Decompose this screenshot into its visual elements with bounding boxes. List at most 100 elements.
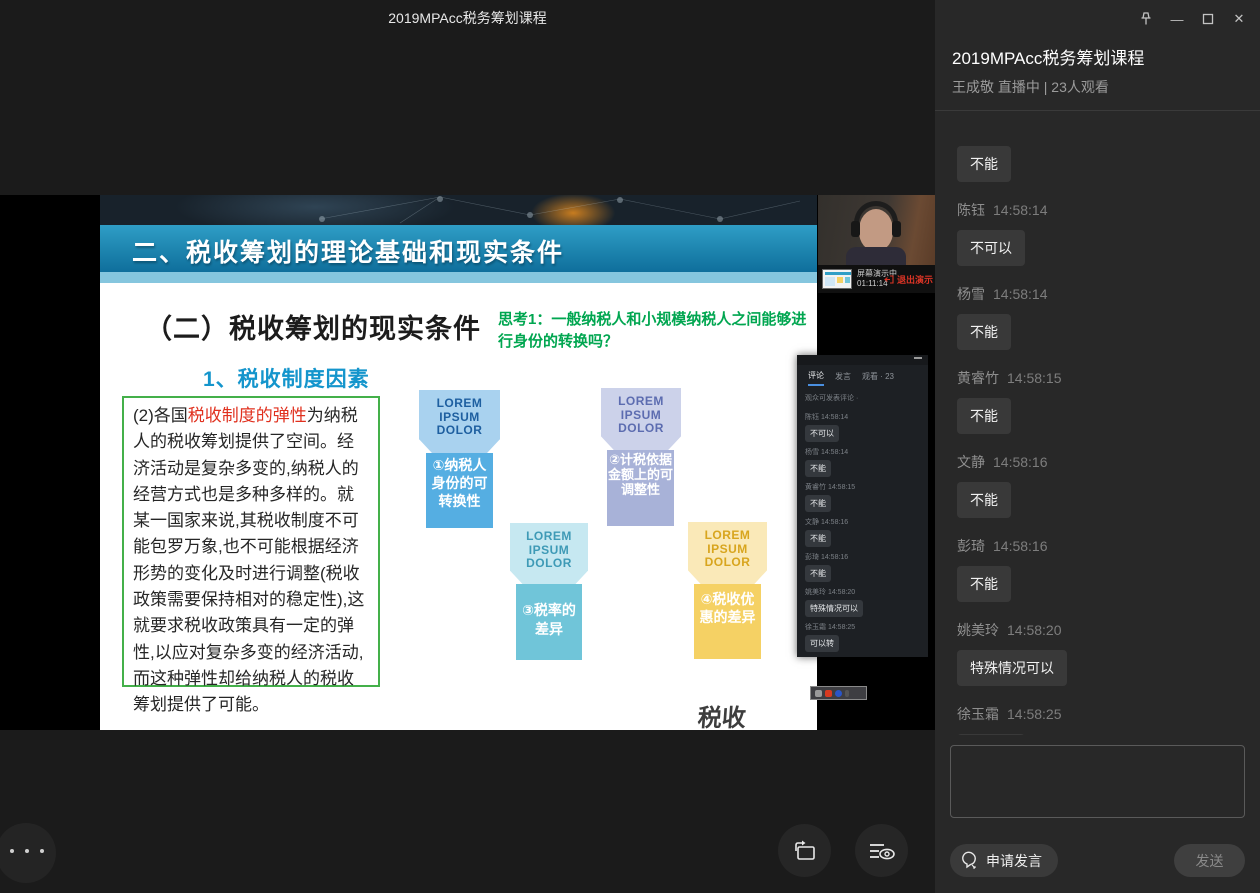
mini-msg-meta: 杨雪 14:58:14 [805,447,923,457]
shared-screen-video[interactable]: 二、税收筹划的理论基础和现实条件 （二）税收筹划的现实条件 1、税收制度因素 思… [0,195,935,730]
pin-button[interactable] [1135,8,1157,30]
mini-msg-bubble: 可以转 [805,635,839,652]
pin-icon [1138,11,1154,27]
live-status: 王成敬 直播中 | 23人观看 [952,77,1109,97]
mini-chat-list: 陈钰 14:58:14 不可以 杨雪 14:58:14 不能 黄睿竹 14:58… [805,407,923,652]
sender-name: 黄睿竹 [957,370,999,386]
sender-name: 姚美玲 [957,622,999,638]
presenter-video [818,195,935,265]
mini-tab-viewers[interactable]: 观看 · 23 [862,371,894,385]
lorem-box-3-header: LOREM IPSUM DOLOR [510,523,588,584]
sender-name: 文静 [957,454,985,470]
message-meta: 杨雪14:58:14 [957,284,1247,304]
paragraph-prefix: (2)各国 [133,406,188,425]
mini-msg-bubble: 特殊情况可以 [805,600,863,617]
message-time: 14:58:15 [1007,370,1062,386]
message-input[interactable] [950,745,1245,818]
lorem-box-2-label: ②计税依据金额上的可调整性 [607,450,674,526]
presenter-webcam[interactable]: 屏幕演示中 01:11:14 退出演示 [818,195,935,293]
mini-msg-bubble: 不能 [805,460,831,477]
paragraph-highlight: 税收制度的弹性 [188,406,307,425]
mini-chat-overlay: 评论 发言 观看 · 23 观众可发表评论 · 陈钰 14:58:14 不可以 … [797,355,928,657]
apply-speak-button[interactable]: 申请发言 [950,844,1058,877]
chat-message: 特殊情况可以 [957,640,1247,686]
maximize-icon [1202,13,1214,25]
floating-toolbar[interactable] [810,686,867,700]
lorem-box-1-label: ①纳税人身份的可转换性 [426,453,493,528]
message-meta: 陈钰 14:58:14 [957,200,1247,220]
mini-tab-speak[interactable]: 发言 [835,371,851,385]
lorem-box-2-header: LOREM IPSUM DOLOR [601,388,681,450]
screen-thumbnail [822,269,852,289]
presenter-status-bar: 屏幕演示中 01:11:14 退出演示 [818,265,935,293]
app-window: 2019MPAcc税务筹划课程 [0,0,1260,893]
close-button[interactable]: ✕ [1228,8,1250,30]
message-time: 14:58:14 [993,286,1048,302]
minimize-button[interactable]: — [1166,8,1188,30]
lorem-box-4-label: ④税收优惠的差异 [694,584,761,659]
chat-message: 可以转 [957,724,1247,735]
mini-msg-meta: 徐玉霜 14:58:25 [805,622,923,632]
slide-banner-strip [100,272,817,283]
message-time: 14:58:20 [1007,622,1062,638]
headphone-cup-left [851,221,860,237]
course-title: 2019MPAcc税务筹划课程 [952,44,1144,69]
lorem-box-3-label: ③税率的差异 [516,584,582,660]
raise-hand-icon [960,851,980,871]
more-options-button[interactable] [0,823,56,883]
chat-message: 不能 [957,472,1247,518]
mini-chat-notice: 观众可发表评论 · [805,393,858,403]
mini-chat-titlebar [797,355,928,365]
presenter-face [859,209,893,251]
mini-msg-meta: 文静 14:58:16 [805,517,923,527]
maximize-button[interactable] [1197,8,1219,30]
message-meta: 黄睿竹 14:58:15 [957,368,1247,388]
divider [935,110,1260,111]
chat-message: 不能 [957,556,1247,602]
message-meta: 彭琦14:58:16 [957,536,1247,556]
mini-chat-tabs: 评论 发言 观看 · 23 [797,367,928,389]
mini-msg-meta: 姚美玲 14:58:20 [805,587,923,597]
slide-section-title: （二）税收筹划的现实条件 [145,307,481,346]
lorem-box-4-header: LOREM IPSUM DOLOR [688,522,767,584]
mini-msg-bubble: 不能 [805,530,831,547]
ellipsis-icon [10,849,44,853]
mini-tab-comments[interactable]: 评论 [808,370,824,386]
message-bubble: 不能 [957,566,1011,602]
send-button[interactable]: 发送 [1174,844,1245,877]
mini-minimize-icon [914,357,922,359]
message-time: 14:58:16 [993,538,1048,554]
mini-msg-meta: 黄睿竹 14:58:15 [805,482,923,492]
mini-msg-meta: 陈钰 14:58:14 [805,412,923,422]
slide-subsection-title: 1、税收制度因素 [203,363,370,393]
chat-message-list[interactable]: 不能 陈钰 14:58:14 不可以 杨雪14:58:14 不能 黄睿竹 14:58… [957,120,1247,735]
message-bubble: 不可以 [957,230,1025,266]
slide-banner-photo [100,195,817,225]
slide: 二、税收筹划的理论基础和现实条件 （二）税收筹划的现实条件 1、税收制度因素 思… [100,195,817,730]
lorem-box-1-header: LOREM IPSUM DOLOR [419,390,500,453]
message-meta: 徐玉霜 14:58:25 [957,704,1247,724]
chat-message: 不能 [957,388,1247,434]
message-time: 14:58:16 [993,454,1048,470]
slide-banner: 二、税收筹划的理论基础和现实条件 [100,225,817,272]
main-titlebar: 2019MPAcc税务筹划课程 [0,0,935,34]
message-bubble: 可以转 [957,734,1025,735]
rotate-screen-button[interactable] [778,824,831,877]
toolbar-icon-blue [835,690,842,697]
message-bubble: 不能 [957,482,1011,518]
sidebar-bottom-bar: 申请发言 发送 [935,840,1260,893]
toolbar-icon-red [825,690,832,697]
apply-speak-label: 申请发言 [986,851,1042,871]
sender-name: 徐玉霜 [957,706,999,722]
chat-sidebar: — ✕ 2019MPAcc税务筹划课程 王成敬 直播中 | 23人观看 不能 陈… [935,0,1260,893]
chat-message: 不能 [957,304,1247,350]
toggle-chat-view-button[interactable] [855,824,908,877]
exit-share-button[interactable]: 退出演示 [884,273,933,286]
sender-name: 陈钰 [957,202,985,218]
message-time: 14:58:14 [993,202,1048,218]
message-time: 14:58:25 [1007,706,1062,722]
headphone-cup-right [892,221,901,237]
main-video-area: 2019MPAcc税务筹划课程 [0,0,935,893]
message-bubble: 不能 [957,146,1011,182]
exit-icon [884,275,894,284]
